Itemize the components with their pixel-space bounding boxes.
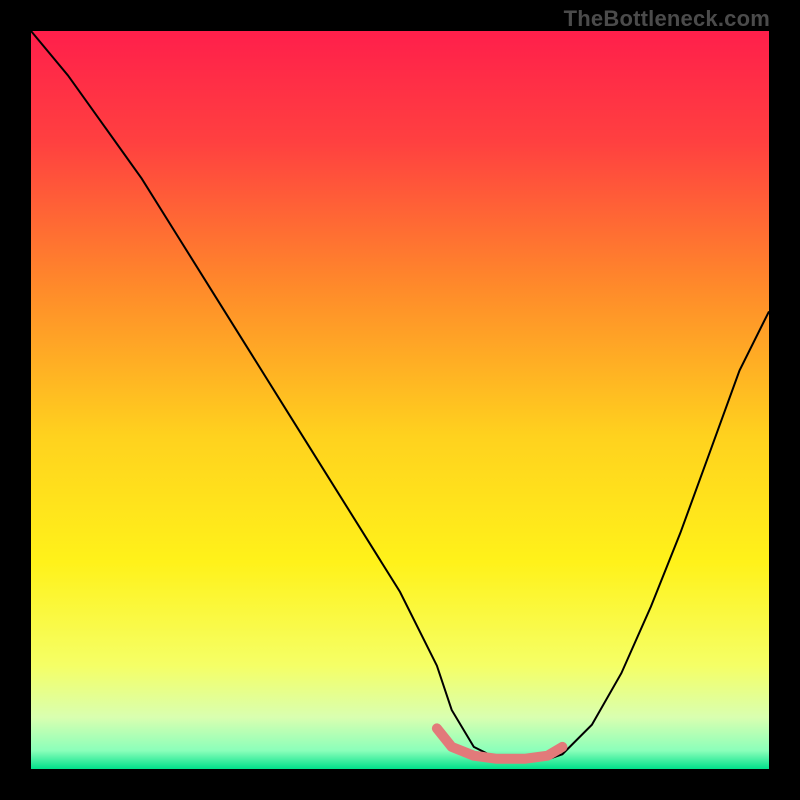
chart-svg (31, 31, 769, 769)
watermark-text: TheBottleneck.com (564, 6, 770, 32)
chart-frame: TheBottleneck.com (0, 0, 800, 800)
gradient-background (31, 31, 769, 769)
plot-area (31, 31, 769, 769)
